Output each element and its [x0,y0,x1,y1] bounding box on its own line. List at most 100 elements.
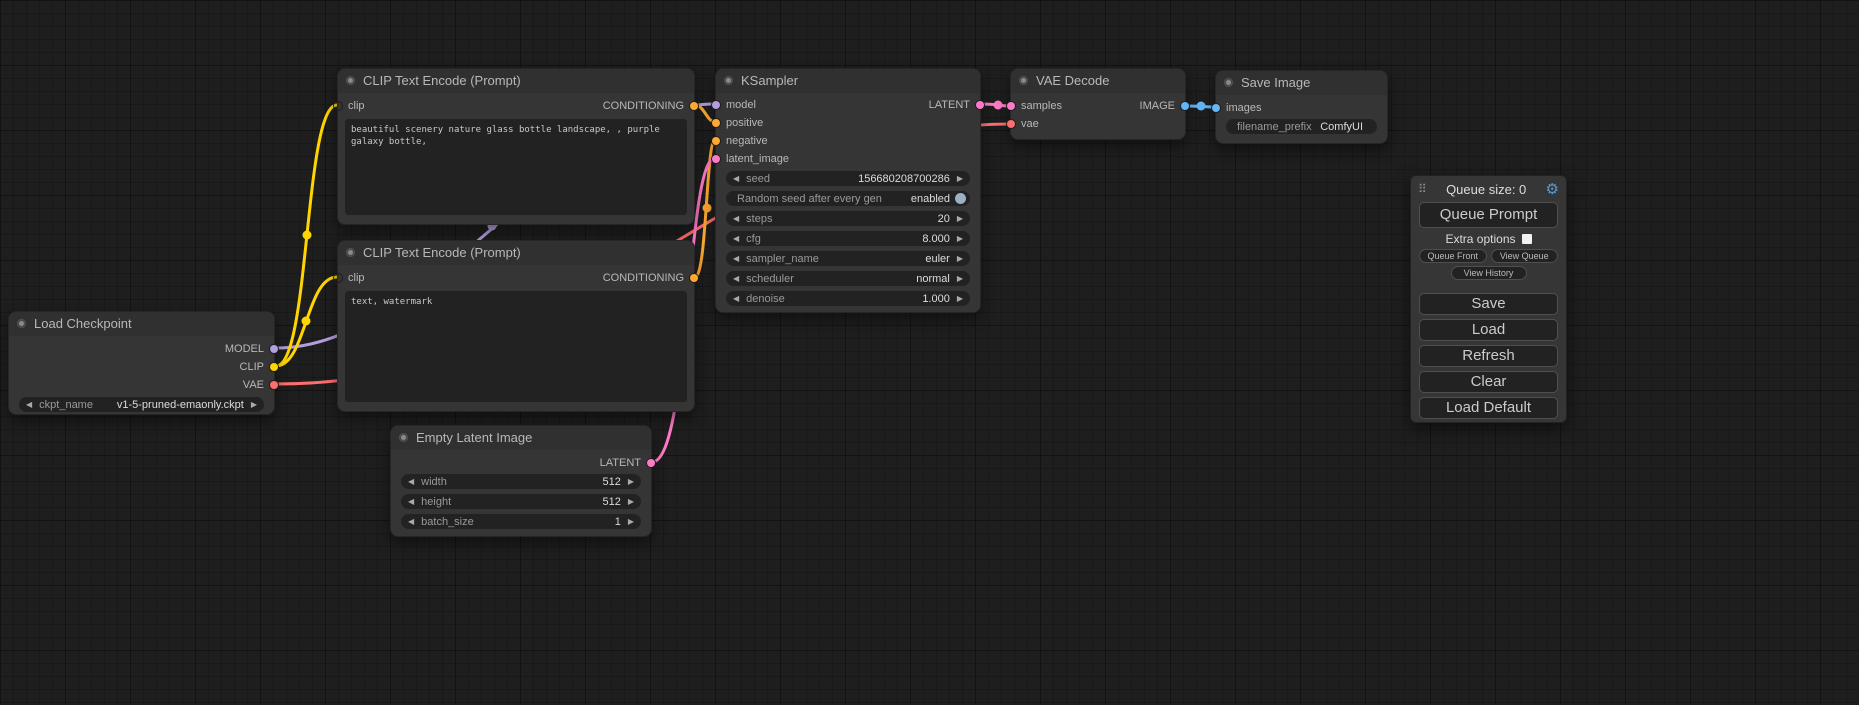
widget-sampler-name[interactable]: ◀ sampler_name euler ▶ [726,251,970,266]
slot-dot-model[interactable] [270,345,278,353]
clear-button[interactable]: Clear [1419,371,1558,393]
slot-label: samples [1021,100,1062,112]
node-title-bar[interactable]: CLIP Text Encode (Prompt) [338,241,694,265]
increment-icon[interactable]: ▶ [957,231,963,246]
collapse-dot-icon[interactable] [1019,76,1028,85]
increment-icon[interactable]: ▶ [628,474,634,489]
slot-dot-latent[interactable] [647,459,655,467]
node-title-bar[interactable]: Load Checkpoint [9,312,274,336]
node-empty-latent-image[interactable]: Empty Latent Image LATENT ◀ width 512 ▶ … [390,425,652,537]
node-save-image[interactable]: Save Image images filename_prefix ComfyU… [1215,70,1388,144]
collapse-dot-icon[interactable] [346,248,355,257]
slot-dot-vae[interactable] [1007,120,1015,128]
slot-dot-vae[interactable] [270,381,278,389]
refresh-button[interactable]: Refresh [1419,345,1558,367]
slot-label: CONDITIONING [603,100,684,112]
slot-dot-clip[interactable] [270,363,278,371]
settings-gear-icon[interactable]: ⚙ [1546,180,1559,198]
decrement-icon[interactable]: ◀ [733,271,739,286]
decrement-icon[interactable]: ◀ [733,231,739,246]
widget-steps[interactable]: ◀ steps 20 ▶ [726,211,970,226]
increment-icon[interactable]: ▶ [628,514,634,529]
increment-icon[interactable]: ▶ [251,397,257,412]
collapse-dot-icon[interactable] [17,319,26,328]
slot-dot-positive[interactable] [712,119,720,127]
load-default-button[interactable]: Load Default [1419,397,1558,419]
node-title: Empty Latent Image [416,430,532,445]
widget-filename-prefix[interactable]: filename_prefix ComfyUI [1226,119,1377,134]
node-clip-text-encode-positive[interactable]: CLIP Text Encode (Prompt) clip CONDITION… [337,68,695,225]
queue-prompt-button[interactable]: Queue Prompt [1419,202,1558,228]
node-title-bar[interactable]: VAE Decode [1011,69,1185,93]
node-load-checkpoint[interactable]: Load Checkpoint MODEL CLIP VAE ◀ ckpt_na… [8,311,275,415]
decrement-icon[interactable]: ◀ [733,251,739,266]
slot-dot-clip-input[interactable] [334,102,342,110]
node-title: KSampler [741,73,798,88]
queue-panel-header: ⠿ Queue size: 0 ⚙ [1411,176,1566,200]
prompt-textarea[interactable]: beautiful scenery nature glass bottle la… [345,119,687,215]
extra-options-checkbox[interactable] [1522,234,1532,244]
drag-handle-icon[interactable]: ⠿ [1418,182,1427,196]
decrement-icon[interactable]: ◀ [733,171,739,186]
node-title-bar[interactable]: KSampler [716,69,980,93]
increment-icon[interactable]: ▶ [957,271,963,286]
node-title: VAE Decode [1036,73,1109,88]
slot-dot-model[interactable] [712,101,720,109]
decrement-icon[interactable]: ◀ [408,494,414,509]
widget-random-seed[interactable]: Random seed after every gen enabled [726,191,970,206]
link-midpoint-dot [994,101,1003,110]
slot-dot-clip-input[interactable] [334,274,342,282]
collapse-dot-icon[interactable] [399,433,408,442]
widget-height[interactable]: ◀ height 512 ▶ [401,494,641,509]
slot-label: model [726,99,756,111]
queue-front-button[interactable]: Queue Front [1419,249,1487,263]
extra-options-label: Extra options [1445,232,1515,246]
decrement-icon[interactable]: ◀ [26,397,32,412]
increment-icon[interactable]: ▶ [957,291,963,306]
increment-icon[interactable]: ▶ [957,251,963,266]
node-ksampler[interactable]: KSampler model positive negative latent_… [715,68,981,313]
toggle-icon[interactable] [955,193,966,204]
increment-icon[interactable]: ▶ [628,494,634,509]
widget-value: 1.000 [922,293,950,305]
collapse-dot-icon[interactable] [1224,78,1233,87]
prompt-textarea[interactable]: text, watermark [345,291,687,402]
increment-icon[interactable]: ▶ [957,171,963,186]
slot-dot-latent-image[interactable] [712,155,720,163]
slot-dot-conditioning-output[interactable] [690,274,698,282]
increment-icon[interactable]: ▶ [957,211,963,226]
widget-batch-size[interactable]: ◀ batch_size 1 ▶ [401,514,641,529]
widget-cfg[interactable]: ◀ cfg 8.000 ▶ [726,231,970,246]
decrement-icon[interactable]: ◀ [408,474,414,489]
widget-seed[interactable]: ◀ seed 156680208700286 ▶ [726,171,970,186]
load-button[interactable]: Load [1419,319,1558,341]
node-clip-text-encode-negative[interactable]: CLIP Text Encode (Prompt) clip CONDITION… [337,240,695,412]
slot-dot-image[interactable] [1181,102,1189,110]
widget-ckpt-name[interactable]: ◀ ckpt_name v1-5-pruned-emaonly.ckpt ▶ [19,397,264,412]
view-queue-button[interactable]: View Queue [1491,249,1559,263]
slot-dot-conditioning-output[interactable] [690,102,698,110]
slot-dot-latent[interactable] [976,101,984,109]
save-button[interactable]: Save [1419,293,1558,315]
slot-dot-samples[interactable] [1007,102,1015,110]
node-title-bar[interactable]: Save Image [1216,71,1387,95]
node-title-bar[interactable]: Empty Latent Image [391,426,651,450]
decrement-icon[interactable]: ◀ [733,291,739,306]
view-history-button[interactable]: View History [1451,266,1527,280]
decrement-icon[interactable]: ◀ [733,211,739,226]
node-title-bar[interactable]: CLIP Text Encode (Prompt) [338,69,694,93]
slot-dot-negative[interactable] [712,137,720,145]
widget-label: height [421,496,451,508]
node-vae-decode[interactable]: VAE Decode samples vae IMAGE [1010,68,1186,140]
widget-denoise[interactable]: ◀ denoise 1.000 ▶ [726,291,970,306]
output-slot-latent: LATENT [860,96,980,114]
decrement-icon[interactable]: ◀ [408,514,414,529]
widget-label: sampler_name [746,253,819,265]
output-slot-latent: LATENT [391,454,651,472]
slot-dot-images[interactable] [1212,104,1220,112]
slot-label: clip [348,100,365,112]
collapse-dot-icon[interactable] [724,76,733,85]
collapse-dot-icon[interactable] [346,76,355,85]
widget-scheduler[interactable]: ◀ scheduler normal ▶ [726,271,970,286]
widget-width[interactable]: ◀ width 512 ▶ [401,474,641,489]
